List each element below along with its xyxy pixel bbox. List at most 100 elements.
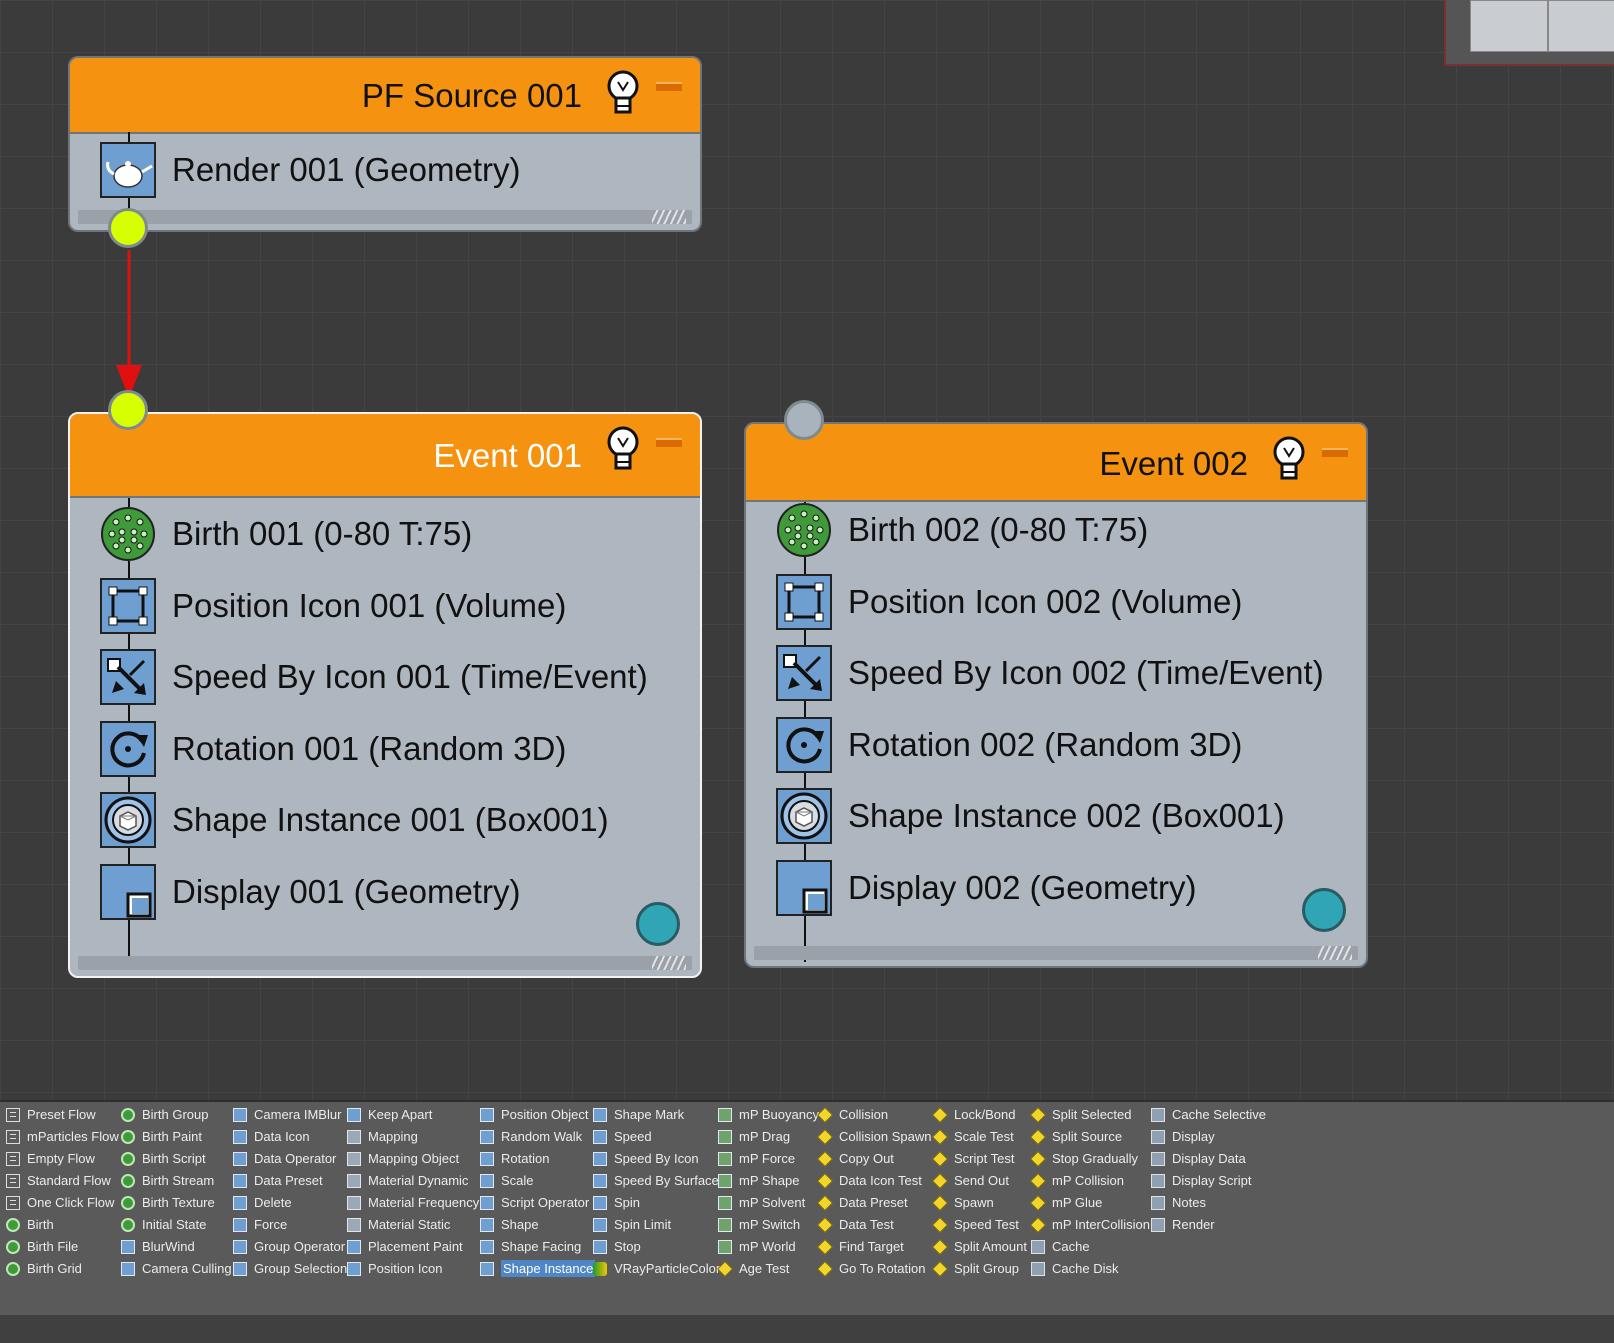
event-002-header[interactable]: Event 002 (746, 424, 1366, 502)
depot-item-shape[interactable]: Shape (480, 1214, 595, 1236)
viewport-thumbnail[interactable] (1444, 0, 1614, 66)
depot-item-collision-spawn[interactable]: Collision Spawn (817, 1126, 932, 1148)
depot-item-group-operator[interactable]: Group Operator (233, 1236, 347, 1258)
depot-item-vrayparticlecolor[interactable]: VRayParticleColor (593, 1258, 720, 1280)
operator-rotation[interactable]: Rotation 001 (Random 3D) (100, 717, 660, 781)
depot-item-keep-apart[interactable]: Keep Apart (347, 1104, 479, 1126)
depot-item-mp-drag[interactable]: mP Drag (718, 1126, 819, 1148)
lightbulb-icon[interactable] (606, 70, 640, 116)
depot-item-birth-file[interactable]: Birth File (6, 1236, 119, 1258)
depot-item-one-click-flow[interactable]: One Click Flow (6, 1192, 119, 1214)
depot-item-scale-test[interactable]: Scale Test (932, 1126, 1027, 1148)
depot-item-stop-gradually[interactable]: Stop Gradually (1030, 1148, 1150, 1170)
depot-item-birth-texture[interactable]: Birth Texture (121, 1192, 232, 1214)
depot-item-data-icon-test[interactable]: Data Icon Test (817, 1170, 932, 1192)
depot-item-speed-by-icon[interactable]: Speed By Icon (593, 1148, 720, 1170)
pf-source-header[interactable]: PF Source 001 (70, 58, 700, 134)
depot-item-camera-imblur[interactable]: Camera IMBlur (233, 1104, 347, 1126)
depot-item-mp-glue[interactable]: mP Glue (1030, 1192, 1150, 1214)
depot-item-mp-solvent[interactable]: mP Solvent (718, 1192, 819, 1214)
operator-speed-by-icon[interactable]: Speed By Icon 001 (Time/Event) (100, 645, 660, 709)
depot-item-split-group[interactable]: Split Group (932, 1258, 1027, 1280)
depot-item-random-walk[interactable]: Random Walk (480, 1126, 595, 1148)
depot-item-mapping-object[interactable]: Mapping Object (347, 1148, 479, 1170)
depot-item-display-data[interactable]: Display Data (1151, 1148, 1266, 1170)
depot-item-birth-stream[interactable]: Birth Stream (121, 1170, 232, 1192)
depot-item-material-frequency[interactable]: Material Frequency (347, 1192, 479, 1214)
depot-item-split-selected[interactable]: Split Selected (1030, 1104, 1150, 1126)
collapse-button[interactable] (656, 438, 682, 447)
resize-grip[interactable] (652, 956, 686, 970)
depot-item-position-object[interactable]: Position Object (480, 1104, 595, 1126)
depot-item-empty-flow[interactable]: Empty Flow (6, 1148, 119, 1170)
depot-item-scale[interactable]: Scale (480, 1170, 595, 1192)
depot-item-data-icon[interactable]: Data Icon (233, 1126, 347, 1148)
event-001-node[interactable]: Event 001 Birth 001 (0-80 T:75) Position … (68, 412, 702, 978)
depot-item-spin-limit[interactable]: Spin Limit (593, 1214, 720, 1236)
operator-position[interactable]: Position Icon 002 (Volume) (776, 570, 1336, 634)
depot-item-speed-by-surface[interactable]: Speed By Surface (593, 1170, 720, 1192)
operator-speed-by-icon[interactable]: Speed By Icon 002 (Time/Event) (776, 641, 1336, 705)
collapse-button[interactable] (656, 82, 682, 91)
depot-item-find-target[interactable]: Find Target (817, 1236, 932, 1258)
depot-item-initial-state[interactable]: Initial State (121, 1214, 232, 1236)
operator-shape-instance[interactable]: Shape Instance 002 (Box001) (776, 784, 1336, 848)
depot-item-mparticles-flow[interactable]: mParticles Flow (6, 1126, 119, 1148)
depot-item-copy-out[interactable]: Copy Out (817, 1148, 932, 1170)
depot-item-notes[interactable]: Notes (1151, 1192, 1266, 1214)
depot-item-speed-test[interactable]: Speed Test (932, 1214, 1027, 1236)
depot-item-mapping[interactable]: Mapping (347, 1126, 479, 1148)
depot-item-data-preset[interactable]: Data Preset (817, 1192, 932, 1214)
source-output-port[interactable] (108, 208, 148, 248)
depot-item-birth-group[interactable]: Birth Group (121, 1104, 232, 1126)
display-test-output-port[interactable] (636, 902, 680, 946)
depot-item-placement-paint[interactable]: Placement Paint (347, 1236, 479, 1258)
depot-item-data-operator[interactable]: Data Operator (233, 1148, 347, 1170)
depot-item-mp-collision[interactable]: mP Collision (1030, 1170, 1150, 1192)
depot-item-shape-instance[interactable]: Shape Instance (480, 1258, 596, 1280)
operator-birth[interactable]: Birth 001 (0-80 T:75) (100, 502, 660, 566)
operator-rotation[interactable]: Rotation 002 (Random 3D) (776, 713, 1336, 777)
wire-source-to-event1[interactable] (116, 250, 142, 410)
depot-item-birth-script[interactable]: Birth Script (121, 1148, 232, 1170)
depot-item-camera-culling[interactable]: Camera Culling (121, 1258, 232, 1280)
resize-grip[interactable] (652, 210, 686, 224)
depot-item-speed[interactable]: Speed (593, 1126, 720, 1148)
event-001-header[interactable]: Event 001 (70, 414, 700, 498)
depot-item-split-source[interactable]: Split Source (1030, 1126, 1150, 1148)
depot-item-birth-grid[interactable]: Birth Grid (6, 1258, 119, 1280)
depot-item-blurwind[interactable]: BlurWind (121, 1236, 232, 1258)
depot-item-material-static[interactable]: Material Static (347, 1214, 479, 1236)
operator-position[interactable]: Position Icon 001 (Volume) (100, 574, 660, 638)
depot-item-display[interactable]: Display (1151, 1126, 1266, 1148)
depot-item-spin[interactable]: Spin (593, 1192, 720, 1214)
depot-item-standard-flow[interactable]: Standard Flow (6, 1170, 119, 1192)
event-002-input-port[interactable] (784, 400, 824, 440)
depot-item-stop[interactable]: Stop (593, 1236, 720, 1258)
depot-item-delete[interactable]: Delete (233, 1192, 347, 1214)
depot-item-birth[interactable]: Birth (6, 1214, 119, 1236)
event-001-input-port[interactable] (108, 390, 148, 430)
depot-item-script-test[interactable]: Script Test (932, 1148, 1027, 1170)
collapse-button[interactable] (1322, 448, 1348, 457)
depot-item-mp-world[interactable]: mP World (718, 1236, 819, 1258)
depot-item-rotation[interactable]: Rotation (480, 1148, 595, 1170)
depot-item-birth-paint[interactable]: Birth Paint (121, 1126, 232, 1148)
depot-item-display-script[interactable]: Display Script (1151, 1170, 1266, 1192)
depot-item-mp-shape[interactable]: mP Shape (718, 1170, 819, 1192)
depot-item-force[interactable]: Force (233, 1214, 347, 1236)
lightbulb-icon[interactable] (1272, 436, 1306, 482)
depot-item-data-preset[interactable]: Data Preset (233, 1170, 347, 1192)
event-002-node[interactable]: Event 002 Birth 002 (0-80 T:75) Position … (744, 422, 1368, 968)
operator-display[interactable]: Display 002 (Geometry) (776, 856, 1336, 920)
pf-source-node[interactable]: PF Source 001 Render 001 (Geometry) (68, 56, 702, 232)
depot-item-mp-force[interactable]: mP Force (718, 1148, 819, 1170)
depot-item-group-selection[interactable]: Group Selection (233, 1258, 347, 1280)
depot-item-position-icon[interactable]: Position Icon (347, 1258, 479, 1280)
depot-item-send-out[interactable]: Send Out (932, 1170, 1027, 1192)
lightbulb-icon[interactable] (606, 426, 640, 472)
depot-item-split-amount[interactable]: Split Amount (932, 1236, 1027, 1258)
depot-item-lock-bond[interactable]: Lock/Bond (932, 1104, 1027, 1126)
display-test-output-port[interactable] (1302, 888, 1346, 932)
depot-item-render[interactable]: Render (1151, 1214, 1266, 1236)
